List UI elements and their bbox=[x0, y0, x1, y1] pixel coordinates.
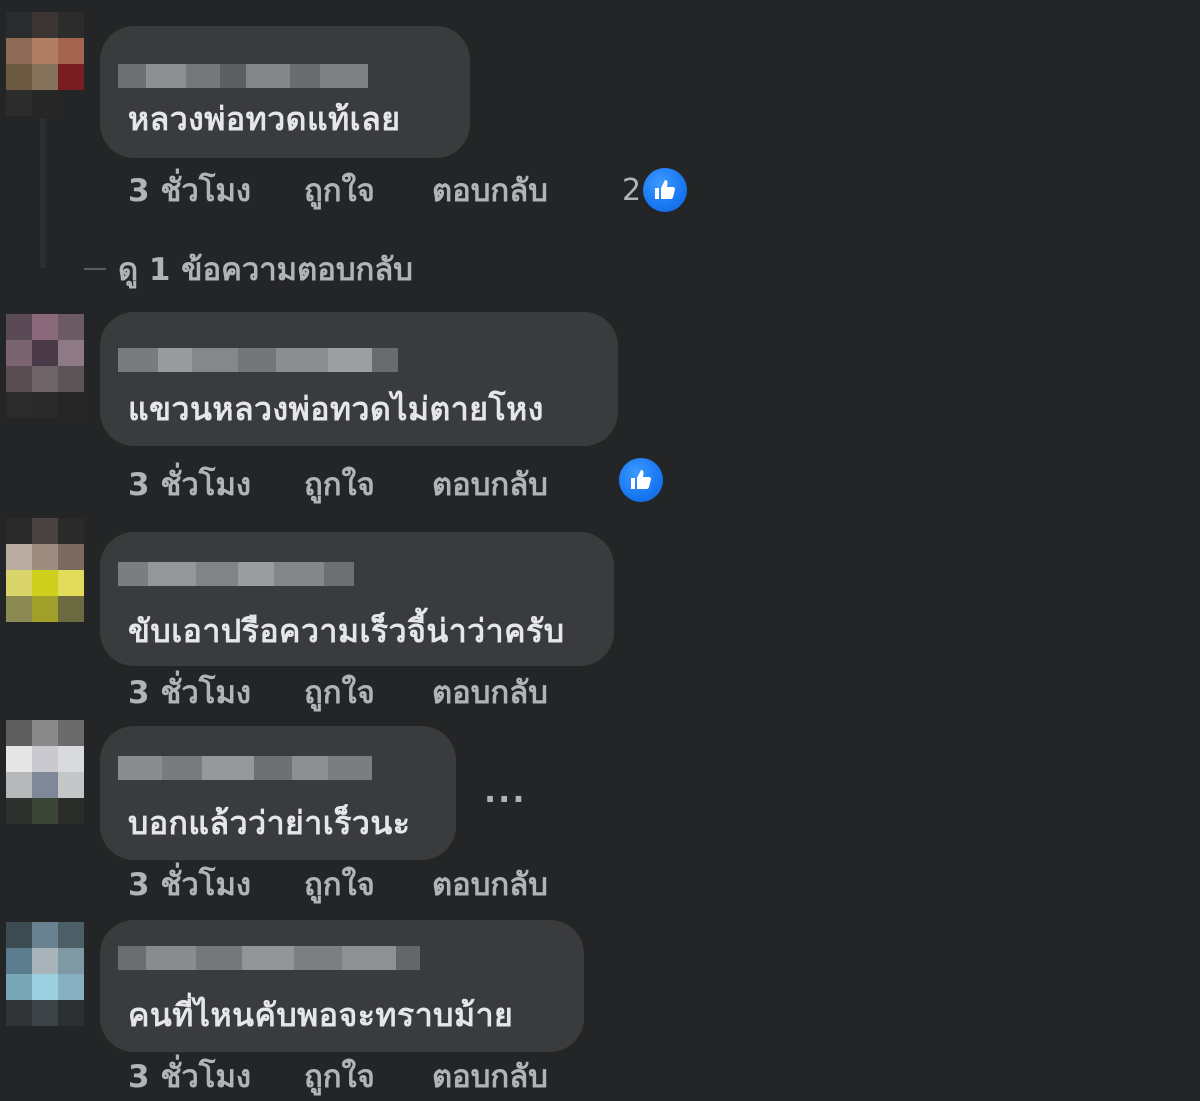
comment-timestamp[interactable]: 3 ชั่วโมง bbox=[128, 859, 304, 909]
author-name-redacted[interactable] bbox=[118, 348, 398, 372]
comment-bubble: แขวนหลวงพ่อทวดไม่ตายโหง bbox=[100, 312, 618, 446]
reaction-summary[interactable]: 2 bbox=[622, 168, 688, 212]
reply-button[interactable]: ตอบกลับ bbox=[432, 165, 622, 215]
comment-bubble: บอกแล้วว่าย่าเร็วนะ bbox=[100, 726, 456, 860]
reply-connector-dash bbox=[84, 268, 106, 270]
avatar[interactable] bbox=[6, 922, 84, 1026]
reaction-summary[interactable] bbox=[617, 458, 663, 502]
reply-button[interactable]: ตอบกลับ bbox=[432, 667, 622, 717]
like-button[interactable]: ถูกใจ bbox=[304, 859, 432, 909]
avatar[interactable] bbox=[6, 720, 84, 824]
comment-timestamp[interactable]: 3 ชั่วโมง bbox=[128, 459, 304, 509]
reply-button[interactable]: ตอบกลับ bbox=[432, 459, 622, 509]
comment-timestamp[interactable]: 3 ชั่วโมง bbox=[128, 165, 304, 215]
comment-text: แขวนหลวงพ่อทวดไม่ตายโหง bbox=[128, 390, 544, 428]
comment-actions: 3 ชั่วโมง ถูกใจ ตอบกลับ bbox=[128, 168, 622, 212]
thumbs-up-icon bbox=[619, 458, 663, 502]
like-button[interactable]: ถูกใจ bbox=[304, 1051, 432, 1101]
thread-connector bbox=[40, 118, 46, 268]
comment-actions: 3 ชั่วโมง ถูกใจ ตอบกลับ bbox=[128, 1054, 622, 1098]
comment-text: หลวงพ่อทวดแท้เลย bbox=[128, 100, 401, 138]
avatar[interactable] bbox=[6, 12, 84, 116]
more-options-icon[interactable]: ... bbox=[484, 772, 526, 810]
thumbs-up-icon bbox=[643, 168, 688, 212]
reply-button[interactable]: ตอบกลับ bbox=[432, 859, 622, 909]
reaction-count: 2 bbox=[622, 172, 642, 208]
author-name-redacted[interactable] bbox=[118, 756, 372, 780]
comment-text: ขับเอาปรือความเร็วจี้น่าว่าครับ bbox=[128, 612, 565, 650]
comment-bubble: หลวงพ่อทวดแท้เลย bbox=[100, 26, 470, 158]
comment-actions: 3 ชั่วโมง ถูกใจ ตอบกลับ bbox=[128, 670, 622, 714]
comment-bubble: คนที่ไหนคับพอจะทราบม้าย bbox=[100, 920, 584, 1052]
like-button[interactable]: ถูกใจ bbox=[304, 459, 432, 509]
avatar[interactable] bbox=[6, 314, 84, 418]
comment-actions: 3 ชั่วโมง ถูกใจ ตอบกลับ bbox=[128, 862, 622, 906]
like-button[interactable]: ถูกใจ bbox=[304, 667, 432, 717]
comment-text: บอกแล้วว่าย่าเร็วนะ bbox=[128, 804, 411, 842]
avatar[interactable] bbox=[6, 518, 84, 622]
view-replies-label: ดู 1 ข้อความตอบกลับ bbox=[118, 252, 413, 288]
comment-actions: 3 ชั่วโมง ถูกใจ ตอบกลับ bbox=[128, 462, 622, 506]
comment-timestamp[interactable]: 3 ชั่วโมง bbox=[128, 1051, 304, 1101]
comment-timestamp[interactable]: 3 ชั่วโมง bbox=[128, 667, 304, 717]
author-name-redacted[interactable] bbox=[118, 946, 420, 970]
author-name-redacted[interactable] bbox=[118, 64, 368, 88]
reply-button[interactable]: ตอบกลับ bbox=[432, 1051, 622, 1101]
comment-text: คนที่ไหนคับพอจะทราบม้าย bbox=[128, 996, 514, 1034]
author-name-redacted[interactable] bbox=[118, 562, 354, 586]
view-replies-link[interactable]: ดู 1 ข้อความตอบกลับ bbox=[84, 244, 413, 294]
like-button[interactable]: ถูกใจ bbox=[304, 165, 432, 215]
comments-panel: หลวงพ่อทวดแท้เลย 3 ชั่วโมง ถูกใจ ตอบกลับ… bbox=[0, 0, 1200, 1101]
comment-bubble: ขับเอาปรือความเร็วจี้น่าว่าครับ bbox=[100, 532, 614, 666]
